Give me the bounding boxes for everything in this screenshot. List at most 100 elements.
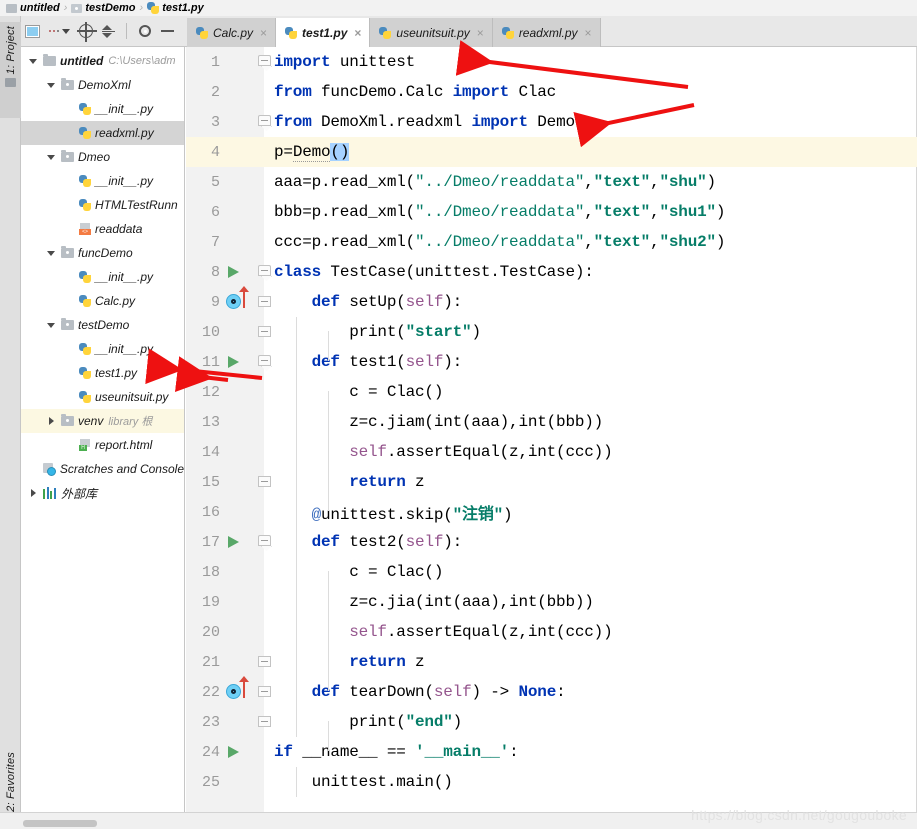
fold-region-icon[interactable] bbox=[258, 535, 271, 546]
chevron-down-icon[interactable] bbox=[45, 251, 57, 256]
tree-item-readxml-py[interactable]: readxml.py bbox=[21, 121, 184, 145]
close-icon[interactable]: × bbox=[260, 26, 267, 40]
stripe-button-project[interactable]: 1: Project bbox=[0, 22, 21, 118]
options-dots-icon bbox=[49, 30, 59, 32]
python-file-icon bbox=[285, 26, 298, 39]
tree-item-dmeo[interactable]: Dmeo bbox=[21, 145, 184, 169]
code-line[interactable]: 24 if __name__ == '__main__': bbox=[186, 737, 917, 767]
code-line[interactable]: 5 aaa=p.read_xml("../Dmeo/readdata","text… bbox=[186, 167, 917, 197]
line-number: 20 bbox=[201, 623, 220, 641]
breadcrumb-label: untitled bbox=[20, 2, 60, 14]
tree-item-init-py[interactable]: __init__.py bbox=[21, 97, 184, 121]
code-line[interactable]: 8 class TestCase(unittest.TestCase): bbox=[186, 257, 917, 287]
hide-panel-button[interactable] bbox=[161, 30, 174, 32]
chevron-down-icon[interactable] bbox=[27, 59, 39, 64]
close-icon[interactable]: × bbox=[477, 26, 484, 40]
stripe-label: 2: Favorites bbox=[4, 752, 17, 812]
python-file-icon bbox=[501, 26, 514, 39]
line-number: 10 bbox=[201, 323, 220, 341]
tree-item-init-py[interactable]: __init__.py bbox=[21, 169, 184, 193]
run-gutter-icon[interactable] bbox=[228, 746, 239, 758]
code-line[interactable]: 3 from DemoXml.readxml import Demo bbox=[186, 107, 917, 137]
chevron-right-icon[interactable] bbox=[45, 417, 57, 425]
horizontal-scrollbar[interactable] bbox=[23, 820, 97, 827]
tree-item-useunitsuit-py[interactable]: useunitsuit.py bbox=[21, 385, 184, 409]
target-icon bbox=[77, 22, 97, 42]
library-icon bbox=[43, 487, 57, 499]
breadcrumb-item-file[interactable]: test1.py bbox=[147, 2, 204, 14]
code-line[interactable]: 9 def setUp(self): bbox=[186, 286, 917, 317]
run-gutter-icon[interactable] bbox=[228, 266, 239, 278]
code-line[interactable]: 2 from funcDemo.Calc import Clac bbox=[186, 77, 917, 107]
chevron-right-icon[interactable] bbox=[27, 489, 39, 497]
fold-region-icon[interactable] bbox=[258, 265, 271, 276]
tab-calc-py[interactable]: Calc.py × bbox=[187, 18, 277, 47]
module-icon bbox=[71, 3, 83, 13]
project-view-button[interactable] bbox=[25, 24, 40, 38]
tree-item-report-html[interactable]: Hreport.html bbox=[21, 433, 184, 457]
code-editor[interactable]: 1 import unittest 2 from funcDemo.Calc impo… bbox=[186, 47, 917, 812]
fold-region-icon[interactable] bbox=[258, 355, 271, 366]
chevron-down-icon[interactable] bbox=[45, 83, 57, 88]
implements-arrow-icon[interactable] bbox=[239, 286, 249, 308]
tree-item-init-py[interactable]: __init__.py bbox=[21, 265, 184, 289]
line-number: 24 bbox=[201, 743, 220, 761]
fold-region-icon[interactable] bbox=[258, 115, 271, 126]
tree-item-funcdemo[interactable]: funcDemo bbox=[21, 241, 184, 265]
tree-item-label: Calc.py bbox=[95, 294, 136, 308]
line-number: 6 bbox=[210, 203, 220, 221]
code-line[interactable]: 4 p=Demo() bbox=[186, 137, 917, 167]
close-icon[interactable]: × bbox=[585, 26, 592, 40]
code-line[interactable]: 1 import unittest bbox=[186, 47, 917, 77]
tree-item-venv[interactable]: venv library 根 bbox=[21, 409, 184, 433]
tree-item-[interactable]: 外部库 bbox=[21, 481, 184, 505]
tree-item-label: __init__.py bbox=[95, 270, 154, 284]
fold-region-icon[interactable] bbox=[258, 716, 271, 727]
chevron-down-icon[interactable] bbox=[45, 323, 57, 328]
tree-item-scratches-and-console[interactable]: Scratches and Console bbox=[21, 457, 184, 481]
tab-readxml-py[interactable]: readxml.py × bbox=[492, 18, 601, 47]
tree-item-demoxml[interactable]: DemoXml bbox=[21, 73, 184, 97]
html-file-icon: H bbox=[79, 439, 91, 451]
fold-region-icon[interactable] bbox=[258, 326, 271, 337]
chevron-down-icon[interactable] bbox=[45, 155, 57, 160]
run-gutter-icon[interactable] bbox=[228, 356, 239, 368]
tab-useunitsuit-py[interactable]: useunitsuit.py × bbox=[370, 18, 493, 47]
tree-item-label: testDemo bbox=[78, 318, 130, 332]
breadcrumb-item-project[interactable]: untitled bbox=[6, 2, 60, 14]
view-options-button[interactable] bbox=[49, 28, 70, 34]
collapse-all-button[interactable] bbox=[102, 24, 115, 38]
line-number: 16 bbox=[201, 503, 220, 521]
tab-test1-py[interactable]: test1.py × bbox=[276, 18, 371, 47]
code-line[interactable]: 7 ccc=p.read_xml("../Dmeo/readdata","text… bbox=[186, 227, 917, 257]
tree-item-label: Dmeo bbox=[78, 150, 111, 164]
code-text: import unittest bbox=[274, 53, 416, 71]
override-gutter-icon[interactable] bbox=[226, 684, 241, 699]
code-text: def setUp(self): bbox=[311, 293, 463, 311]
tree-item-init-py[interactable]: __init__.py bbox=[21, 337, 184, 361]
code-text: aaa=p.read_xml("../Dmeo/readdata","text"… bbox=[274, 173, 716, 191]
tree-item-label: DemoXml bbox=[78, 78, 131, 92]
tree-item-readdata[interactable]: <> readdata bbox=[21, 217, 184, 241]
fold-region-icon[interactable] bbox=[258, 296, 271, 307]
python-file-icon bbox=[79, 175, 91, 187]
project-panel[interactable]: untitled C:\Users\adm DemoXml __init__.py re… bbox=[21, 47, 185, 829]
fold-region-icon[interactable] bbox=[258, 476, 271, 487]
tree-item-testdemo[interactable]: testDemo bbox=[21, 313, 184, 337]
run-gutter-icon[interactable] bbox=[228, 536, 239, 548]
tree-item-test1-py[interactable]: test1.py bbox=[21, 361, 184, 385]
fold-region-icon[interactable] bbox=[258, 55, 271, 66]
breadcrumb-item-package[interactable]: testDemo bbox=[71, 2, 136, 14]
indent-guide bbox=[296, 317, 297, 737]
select-opened-file-button[interactable] bbox=[77, 22, 97, 42]
close-icon[interactable]: × bbox=[354, 26, 361, 40]
tree-item-htmltestrunn[interactable]: HTMLTestRunn bbox=[21, 193, 184, 217]
tree-item-untitled[interactable]: untitled C:\Users\adm bbox=[21, 49, 184, 73]
override-gutter-icon[interactable] bbox=[226, 294, 241, 309]
code-line[interactable]: 6 bbb=p.read_xml("../Dmeo/readdata","text… bbox=[186, 197, 917, 227]
tree-item-calc-py[interactable]: Calc.py bbox=[21, 289, 184, 313]
implements-arrow-icon[interactable] bbox=[239, 676, 249, 698]
settings-button[interactable] bbox=[138, 24, 152, 38]
fold-region-icon[interactable] bbox=[258, 656, 271, 667]
fold-region-icon[interactable] bbox=[258, 686, 271, 697]
